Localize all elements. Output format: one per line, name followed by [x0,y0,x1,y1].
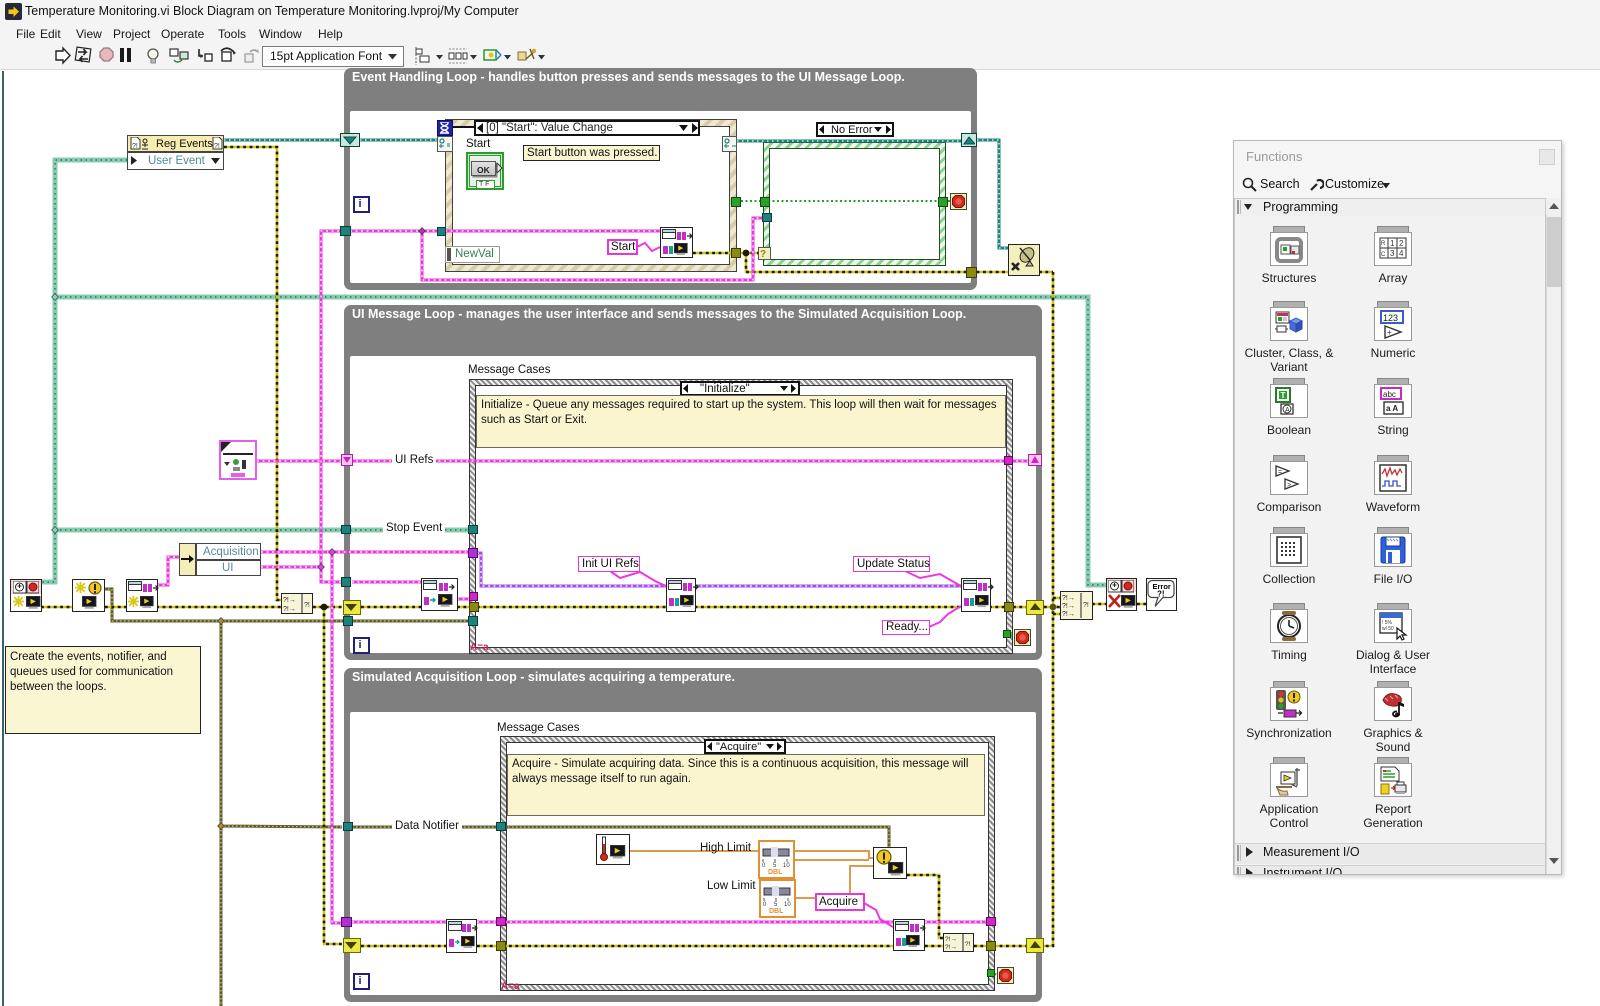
svg-text:A: A [1285,407,1290,414]
svg-text:+: + [1387,328,1392,337]
svg-text:?!: ?! [1157,590,1165,599]
svg-text:3: 3 [1390,249,1395,258]
svg-text:4: 4 [1399,249,1404,258]
svg-text:?!: ?! [1083,602,1089,609]
svg-text:wl 50: wl 50 [1382,626,1394,632]
svg-text:123: 123 [1383,313,1398,323]
svg-text:2: 2 [1399,239,1404,248]
svg-text:abc: abc [1383,390,1396,399]
svg-text:?!: ?! [214,143,220,150]
svg-text:0: 0 [762,863,766,869]
svg-text:?!: ?! [132,143,138,150]
svg-text:?!→: ?!→ [283,606,296,613]
svg-text:?!→: ?!→ [1062,595,1075,602]
svg-text:?!→: ?!→ [945,944,957,951]
svg-text:0: 0 [763,902,767,908]
svg-text:?!→: ?!→ [1062,603,1075,610]
svg-text:?!→: ?!→ [945,936,957,943]
svg-text:DBL: DBL [769,908,784,913]
svg-text:=: = [1278,469,1282,476]
svg-text:a A: a A [1386,404,1398,413]
svg-text:10: 10 [784,902,791,908]
svg-text:?!: ?! [304,602,310,609]
svg-text:1: 1 [1390,239,1395,248]
svg-text:R: R [1381,241,1386,247]
svg-text:?!→: ?!→ [283,597,296,604]
svg-text:DBL: DBL [768,869,783,874]
svg-text:?!: ?! [965,941,971,948]
svg-text:C: C [1381,252,1386,258]
svg-text:?!→: ?!→ [1062,611,1075,618]
svg-text:10: 10 [783,863,790,869]
svg-text:T: T [1281,391,1286,400]
svg-text:>: > [1287,482,1291,489]
